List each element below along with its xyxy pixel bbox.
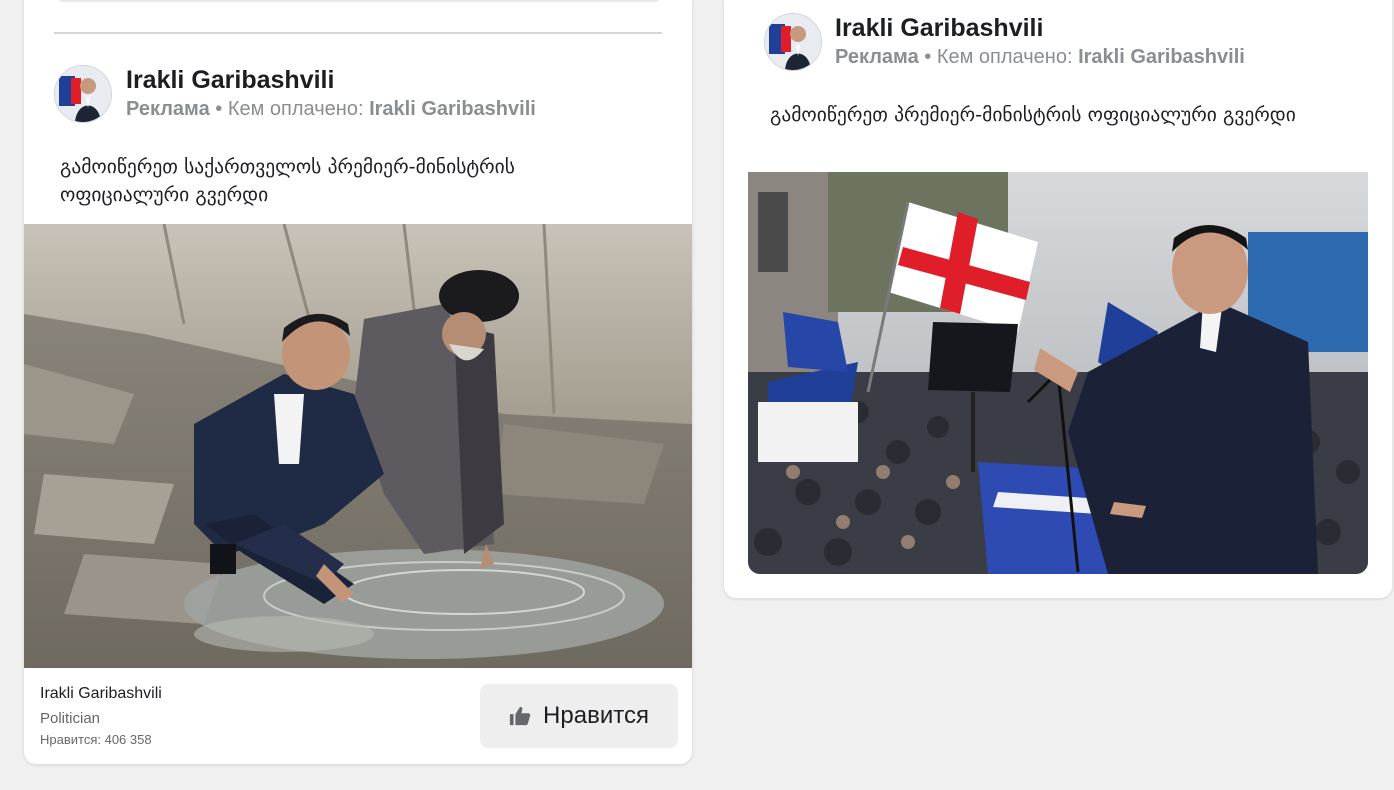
photo-speech-at-podium: [748, 172, 1368, 574]
page-name[interactable]: Irakli Garibashvili: [40, 685, 162, 703]
author-avatar[interactable]: [764, 13, 822, 71]
sponsored-label: Реклама: [835, 46, 919, 68]
thumbs-up-icon: [509, 706, 531, 726]
paid-by-label: Кем оплачено:: [936, 46, 1073, 68]
avatar-portrait-icon: [765, 14, 821, 70]
card-divider: [54, 32, 662, 34]
sponsored-meta: Реклама • Кем оплачено: Irakli Garibashv…: [835, 46, 1245, 69]
paid-by-name[interactable]: Irakli Garibashvili: [1078, 46, 1245, 68]
ad-card-right: Irakli Garibashvili Реклама • Кем оплаче…: [724, 0, 1392, 598]
author-avatar[interactable]: [54, 65, 112, 123]
ad-card-left: Irakli Garibashvili Реклама • Кем оплаче…: [24, 0, 692, 764]
like-button[interactable]: Нравится: [480, 684, 678, 748]
meta-separator: •: [215, 98, 223, 120]
author-name[interactable]: Irakli Garibashvili: [835, 14, 1043, 43]
sponsored-label: Реклама: [126, 98, 210, 120]
paid-by-name[interactable]: Irakli Garibashvili: [369, 98, 536, 120]
meta-separator: •: [924, 46, 932, 68]
page-category: Politician: [40, 710, 101, 727]
author-name[interactable]: Irakli Garibashvili: [126, 66, 334, 95]
paid-by-label: Кем оплачено:: [227, 98, 364, 120]
photo-kneeling-at-water: [24, 224, 692, 668]
page-likes-count: Нравится: 406 358: [40, 732, 152, 747]
ad-image[interactable]: [24, 224, 692, 668]
ad-text: გამოიწერეთ საქართველოს პრემიერ-მინისტრის…: [60, 155, 515, 206]
like-button-label: Нравится: [543, 702, 649, 729]
sponsored-meta: Реклама • Кем оплачено: Irakli Garibashv…: [126, 98, 536, 121]
ad-text: გამოიწერეთ პრემიერ-მინისტრის ოფიციალური …: [770, 103, 1296, 126]
avatar-portrait-icon: [55, 66, 111, 122]
previous-post-edge: [56, 0, 662, 2]
ad-image[interactable]: [748, 172, 1368, 574]
